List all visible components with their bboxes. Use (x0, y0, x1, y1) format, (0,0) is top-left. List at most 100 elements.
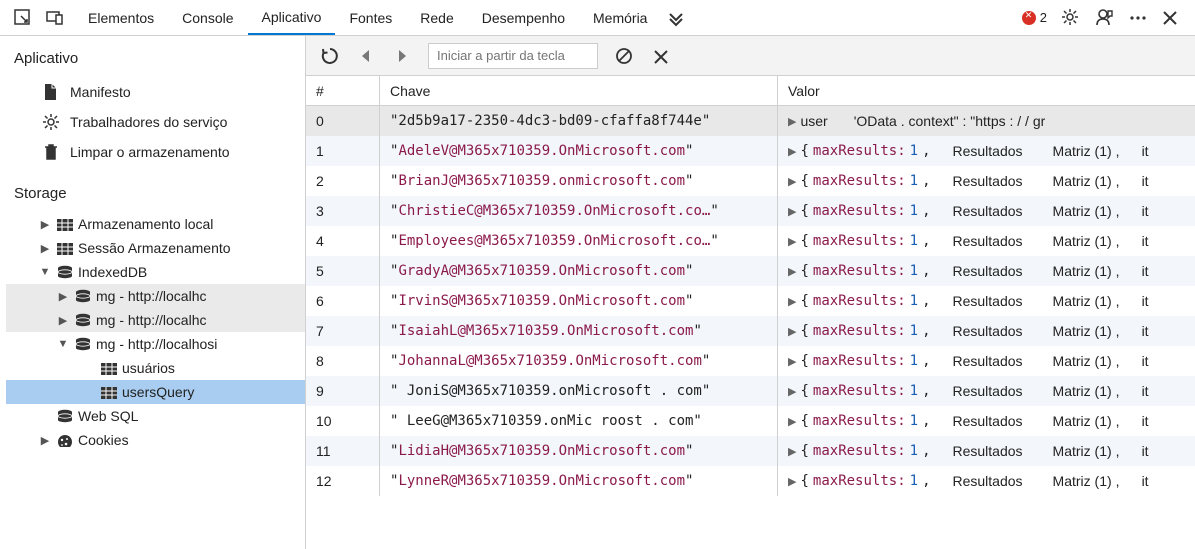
tab-desempenho[interactable]: Desempenho (468, 0, 579, 35)
expand-icon[interactable]: ▶ (788, 175, 796, 188)
tree-item-label: usersQuery (122, 384, 194, 400)
cell-key: " JoniS@M365x710359.onMicrosoft . com" (380, 376, 778, 406)
cell-value: ▶{maxResults: 1,ResultadosMatriz (1),it (778, 406, 1195, 436)
table-icon (56, 217, 74, 231)
table-row[interactable]: 4"Employees@M365x710359.OnMicrosoft.co…"… (306, 226, 1195, 256)
table-row[interactable]: 3"ChristieC@M365x710359.OnMicrosoft.co…"… (306, 196, 1195, 226)
tree-twist-icon[interactable]: ▶ (56, 314, 70, 327)
tree-item[interactable]: ▶mg - http://localhc (6, 308, 305, 332)
tab-fontes[interactable]: Fontes (335, 0, 406, 35)
cell-index: 6 (306, 286, 380, 316)
tree-item-label: mg - http://localhc (96, 288, 207, 304)
tree-twist-icon[interactable]: ▼ (56, 338, 70, 350)
tree-twist-icon[interactable]: ▶ (38, 434, 52, 447)
next-page-button[interactable] (392, 46, 412, 66)
tree-item[interactable]: usersQuery (6, 380, 305, 404)
cell-value: ▶{maxResults: 1,ResultadosMatriz (1),it (778, 316, 1195, 346)
sidebar-item-trabalhadores-do-serviço[interactable]: Trabalhadores do serviço (0, 107, 305, 137)
table-row[interactable]: 9" JoniS@M365x710359.onMicrosoft . com"▶… (306, 376, 1195, 406)
table-row[interactable]: 11"LidiaH@M365x710359.OnMicrosoft.com"▶{… (306, 436, 1195, 466)
table-row[interactable]: 10" LeeG@M365x710359.onMic roost . com"▶… (306, 406, 1195, 436)
error-count-badge[interactable]: 2 (1022, 10, 1047, 25)
db-icon (74, 289, 92, 303)
cell-index: 12 (306, 466, 380, 496)
close-devtools-icon[interactable] (1161, 9, 1179, 27)
tree-item[interactable]: ▶ Sessão Armazenamento (6, 236, 305, 260)
tree-item-label: Sessão Armazenamento (78, 240, 231, 256)
tree-item-label: Web SQL (78, 408, 138, 424)
key-filter-input[interactable] (428, 43, 598, 69)
settings-icon[interactable] (1061, 8, 1081, 28)
sidebar-item-label: Limpar o armazenamento (70, 144, 230, 160)
tab-aplicativo[interactable]: Aplicativo (248, 0, 336, 35)
tab-console[interactable]: Console (168, 0, 247, 35)
tree-item[interactable]: ▼mg - http://localhosi (6, 332, 305, 356)
table-icon (100, 385, 118, 399)
table-row[interactable]: 8"JohannaL@M365x710359.OnMicrosoft.com"▶… (306, 346, 1195, 376)
table-row[interactable]: 5"GradyA@M365x710359.OnMicrosoft.com"▶{m… (306, 256, 1195, 286)
expand-icon[interactable]: ▶ (788, 415, 796, 428)
expand-icon[interactable]: ▶ (788, 385, 796, 398)
cell-index: 3 (306, 196, 380, 226)
cell-index: 5 (306, 256, 380, 286)
tree-item[interactable]: ▶Cookies (6, 428, 305, 452)
cell-value: ▶{maxResults: 1,ResultadosMatriz (1),it (778, 226, 1195, 256)
prev-page-button[interactable] (356, 46, 376, 66)
tree-twist-icon[interactable]: ▶ (38, 242, 52, 255)
tab-elementos[interactable]: Elementos (74, 0, 168, 35)
expand-icon[interactable]: ▶ (788, 205, 796, 218)
expand-icon[interactable]: ▶ (788, 235, 796, 248)
expand-icon[interactable]: ▶ (788, 445, 796, 458)
cell-value: ▶{maxResults: 1,ResultadosMatriz (1),it (778, 436, 1195, 466)
tree-twist-icon[interactable]: ▶ (56, 290, 70, 303)
header-key[interactable]: Chave (380, 76, 778, 105)
expand-icon[interactable]: ▶ (788, 265, 796, 278)
tree-item[interactable]: Web SQL (6, 404, 305, 428)
tab-memória[interactable]: Memória (579, 0, 661, 35)
expand-icon[interactable]: ▶ (788, 115, 796, 128)
cell-key: "2d5b9a17-2350-4dc3-bd09-cfaffa8f744e" (380, 106, 778, 136)
cell-value: ▶{maxResults: 1,ResultadosMatriz (1),it (778, 376, 1195, 406)
top-tabs: ElementosConsoleAplicativoFontesRedeDese… (74, 0, 661, 35)
sidebar-item-limpar-o-armazenamento[interactable]: Limpar o armazenamento (0, 137, 305, 167)
cell-value: ▶{maxResults: 1,ResultadosMatriz (1),it (778, 466, 1195, 496)
tree-item[interactable]: ▶Armazenamento local (6, 212, 305, 236)
tab-rede[interactable]: Rede (406, 0, 467, 35)
delete-selected-button[interactable] (650, 46, 670, 66)
tree-item[interactable]: usuários (6, 356, 305, 380)
tree-item[interactable]: ▼ IndexedDB (6, 260, 305, 284)
sidebar-item-manifesto[interactable]: Manifesto (0, 77, 305, 107)
db-icon (56, 409, 74, 423)
table-row[interactable]: 1"AdeleV@M365x710359.OnMicrosoft.com"▶{m… (306, 136, 1195, 166)
feedback-icon[interactable] (1095, 8, 1115, 28)
table-row[interactable]: 0"2d5b9a17-2350-4dc3-bd09-cfaffa8f744e"▶… (306, 106, 1195, 136)
table-row[interactable]: 2"BrianJ@M365x710359.onmicrosoft.com"▶{m… (306, 166, 1195, 196)
table-row[interactable]: 12"LynneR@M365x710359.OnMicrosoft.com"▶{… (306, 466, 1195, 496)
expand-icon[interactable]: ▶ (788, 475, 796, 488)
header-index[interactable]: # (306, 76, 380, 105)
clear-store-button[interactable] (614, 46, 634, 66)
tree-item[interactable]: ▶ mg - http://localhc (6, 284, 305, 308)
sidebar-item-label: Manifesto (70, 84, 131, 100)
inspect-icon[interactable] (14, 9, 32, 27)
header-value[interactable]: Valor (778, 76, 1195, 105)
table-row[interactable]: 6"IrvinS@M365x710359.OnMicrosoft.com"▶{m… (306, 286, 1195, 316)
more-tabs-icon[interactable] (667, 9, 685, 27)
expand-icon[interactable]: ▶ (788, 295, 796, 308)
tree-item-label: IndexedDB (78, 264, 147, 280)
cell-key: "LidiaH@M365x710359.OnMicrosoft.com" (380, 436, 778, 466)
cell-index: 11 (306, 436, 380, 466)
expand-icon[interactable]: ▶ (788, 355, 796, 368)
table-row[interactable]: 7"IsaiahL@M365x710359.OnMicrosoft.com"▶{… (306, 316, 1195, 346)
more-icon[interactable] (1129, 9, 1147, 27)
db-icon (74, 337, 92, 351)
expand-icon[interactable]: ▶ (788, 325, 796, 338)
cell-index: 7 (306, 316, 380, 346)
refresh-button[interactable] (320, 46, 340, 66)
cell-value: ▶ user'OData . context" : "https : / / g… (778, 106, 1195, 136)
gear-icon (42, 113, 60, 131)
tree-twist-icon[interactable]: ▼ (38, 266, 52, 278)
expand-icon[interactable]: ▶ (788, 145, 796, 158)
tree-twist-icon[interactable]: ▶ (38, 218, 52, 231)
device-toggle-icon[interactable] (46, 9, 64, 27)
